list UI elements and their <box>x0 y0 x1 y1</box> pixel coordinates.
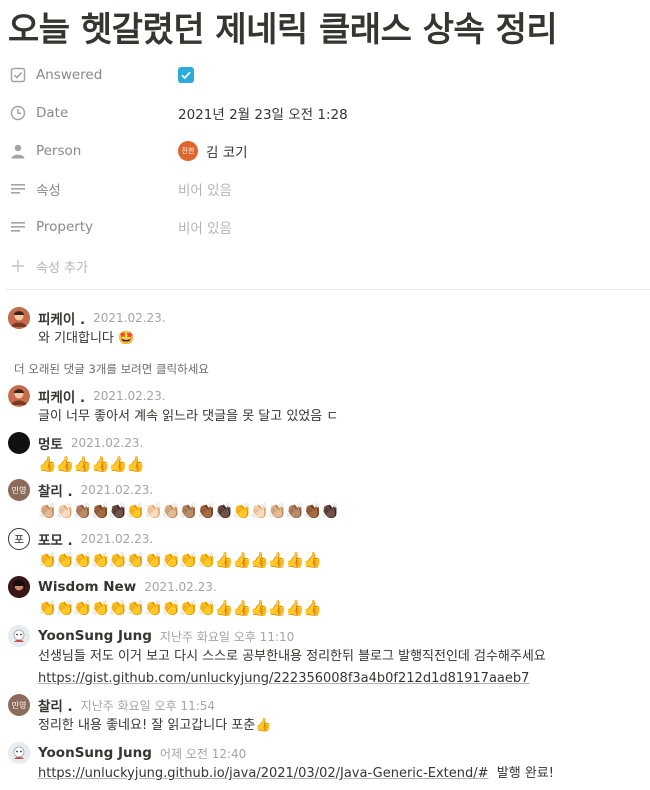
comment-body: 글이 너무 좋아서 계속 읽느라 댓글을 못 달고 있었음 ㄷ <box>38 409 339 424</box>
comment-body: 👏🏼👏🏻👏🏽👏🏾👏🏿👏👏🏻👏🏼👏🏽👏🏾👏🏿👏👏🏻👏🏼👏🏽👏🏾👏🏿 <box>38 502 340 520</box>
comment: 민영 찰리 . 지난주 화요일 오후 11:54 정리한 내용 좋네요! 잘 읽… <box>8 694 648 737</box>
text-lines-icon <box>8 179 28 199</box>
avatar[interactable] <box>8 432 30 454</box>
avatar[interactable]: 민영 <box>8 694 30 716</box>
plus-icon <box>8 256 28 276</box>
person-name: 김 코기 <box>206 145 248 161</box>
person-icon <box>8 141 28 161</box>
comment-time[interactable]: 2021.02.23. <box>81 532 154 546</box>
comment-time[interactable]: 2021.02.23. <box>93 311 166 325</box>
empty-value[interactable]: 비어 있음 <box>178 179 232 199</box>
answered-checkbox[interactable] <box>178 67 194 83</box>
comment-body: 정리한 내용 좋네요! 잘 읽고갑니다 포춘👍 <box>38 718 272 733</box>
comment: 멍토 2021.02.23. 👍👍👍👍👍👍 <box>8 432 648 475</box>
comment: YoonSung Jung 지난주 화요일 오후 11:10 선생님들 저도 이… <box>8 625 648 690</box>
comment: YoonSung Jung 어제 오전 12:40 https://unluck… <box>8 742 648 785</box>
comment-author[interactable]: 포모 . <box>38 529 73 549</box>
comment-time[interactable]: 지난주 화요일 오후 11:10 <box>160 628 294 645</box>
show-older-comments-link[interactable]: 더 오래된 댓글 3개를 보려면 클릭하세요 <box>14 361 209 377</box>
comment-author[interactable]: YoonSung Jung <box>38 745 152 761</box>
comment-author[interactable]: Wisdom New <box>38 579 136 595</box>
text-lines-icon <box>8 217 28 237</box>
add-property-button[interactable]: 속성 추가 <box>8 256 88 276</box>
person-value[interactable]: 진한 김 코기 <box>178 141 248 161</box>
property-name: Property <box>36 219 94 235</box>
comment-body: 👏👏👏👏👏👏👏👏👏👏👍👍👍👍👍👍 <box>38 551 322 569</box>
property-name: Answered <box>36 67 103 83</box>
comment: 피케이 . 2021.02.23. 글이 너무 좋아서 계속 읽느라 댓글을 못… <box>8 385 648 428</box>
comment: 민영 찰리 . 2021.02.23. 👏🏼👏🏻👏🏽👏🏾👏🏿👏👏🏻👏🏼👏🏽👏🏾👏… <box>8 479 648 522</box>
comment-time[interactable]: 2021.02.23. <box>81 483 154 497</box>
comment-time[interactable]: 2021.02.23. <box>71 436 144 450</box>
comment-time[interactable]: 어제 오전 12:40 <box>160 745 246 762</box>
comment: 포 포모 . 2021.02.23. 👏👏👏👏👏👏👏👏👏👏👍👍👍👍👍👍 <box>8 528 648 571</box>
comment-author[interactable]: 피케이 . <box>38 308 85 328</box>
clock-icon <box>8 103 28 123</box>
comment-link[interactable]: https://gist.github.com/unluckyjung/2223… <box>38 671 529 686</box>
comment-time[interactable]: 지난주 화요일 오후 11:54 <box>81 697 215 714</box>
checkbox-icon <box>8 65 28 85</box>
comment-author[interactable]: 찰리 . <box>38 480 73 500</box>
avatar[interactable] <box>8 576 30 598</box>
divider <box>6 289 650 290</box>
empty-value[interactable]: 비어 있음 <box>178 217 232 237</box>
avatar: 진한 <box>178 141 198 161</box>
property-name: Date <box>36 105 69 121</box>
comment-body: 선생님들 저도 이거 보고 다시 스스로 공부한내용 정리한뒤 블로그 발행직전… <box>38 649 546 664</box>
property-attribute[interactable]: 속성 비어 있음 <box>8 172 648 206</box>
page-title[interactable]: 오늘 헷갈렸던 제네릭 클래스 상속 정리 <box>8 2 648 51</box>
comment: 피케이 . 2021.02.23. 와 기대합니다 🤩 <box>8 307 648 350</box>
comment-author[interactable]: 멍토 <box>38 433 63 453</box>
property-name: Person <box>36 143 82 159</box>
avatar[interactable]: 민영 <box>8 479 30 501</box>
property-date[interactable]: Date 2021년 2월 23일 오전 1:28 <box>8 96 648 130</box>
comment-body: 👏👏👏👏👏👏👏👏👏👏👍👍👍👍👍👍 <box>38 599 322 617</box>
comment-body: 👍👍👍👍👍👍 <box>38 455 145 473</box>
date-value[interactable]: 2021년 2월 23일 오전 1:28 <box>178 103 348 123</box>
comment-time[interactable]: 2021.02.23. <box>93 389 166 403</box>
comment-link[interactable]: https://unluckyjung.github.io/java/2021/… <box>38 766 489 781</box>
check-icon[interactable] <box>178 67 194 83</box>
avatar[interactable] <box>8 625 30 647</box>
comment-time[interactable]: 2021.02.23. <box>144 580 217 594</box>
property-name: 속성 <box>36 183 61 199</box>
avatar[interactable]: 포 <box>8 528 30 550</box>
comment-author[interactable]: 피케이 . <box>38 386 85 406</box>
comment-author[interactable]: YoonSung Jung <box>38 628 152 644</box>
comment-author[interactable]: 찰리 . <box>38 695 73 715</box>
property-answered[interactable]: Answered <box>8 58 648 92</box>
property-person[interactable]: Person 진한 김 코기 <box>8 134 648 168</box>
property-property[interactable]: Property 비어 있음 <box>8 210 648 244</box>
comment-body: 발행 완료! <box>488 766 554 781</box>
avatar[interactable] <box>8 307 30 329</box>
avatar[interactable] <box>8 385 30 407</box>
comment: Wisdom New 2021.02.23. 👏👏👏👏👏👏👏👏👏👏👍👍👍👍👍👍 <box>8 576 648 619</box>
avatar[interactable] <box>8 742 30 764</box>
add-property-label: 속성 추가 <box>36 260 88 276</box>
comment-body: 와 기대합니다 🤩 <box>38 331 135 346</box>
